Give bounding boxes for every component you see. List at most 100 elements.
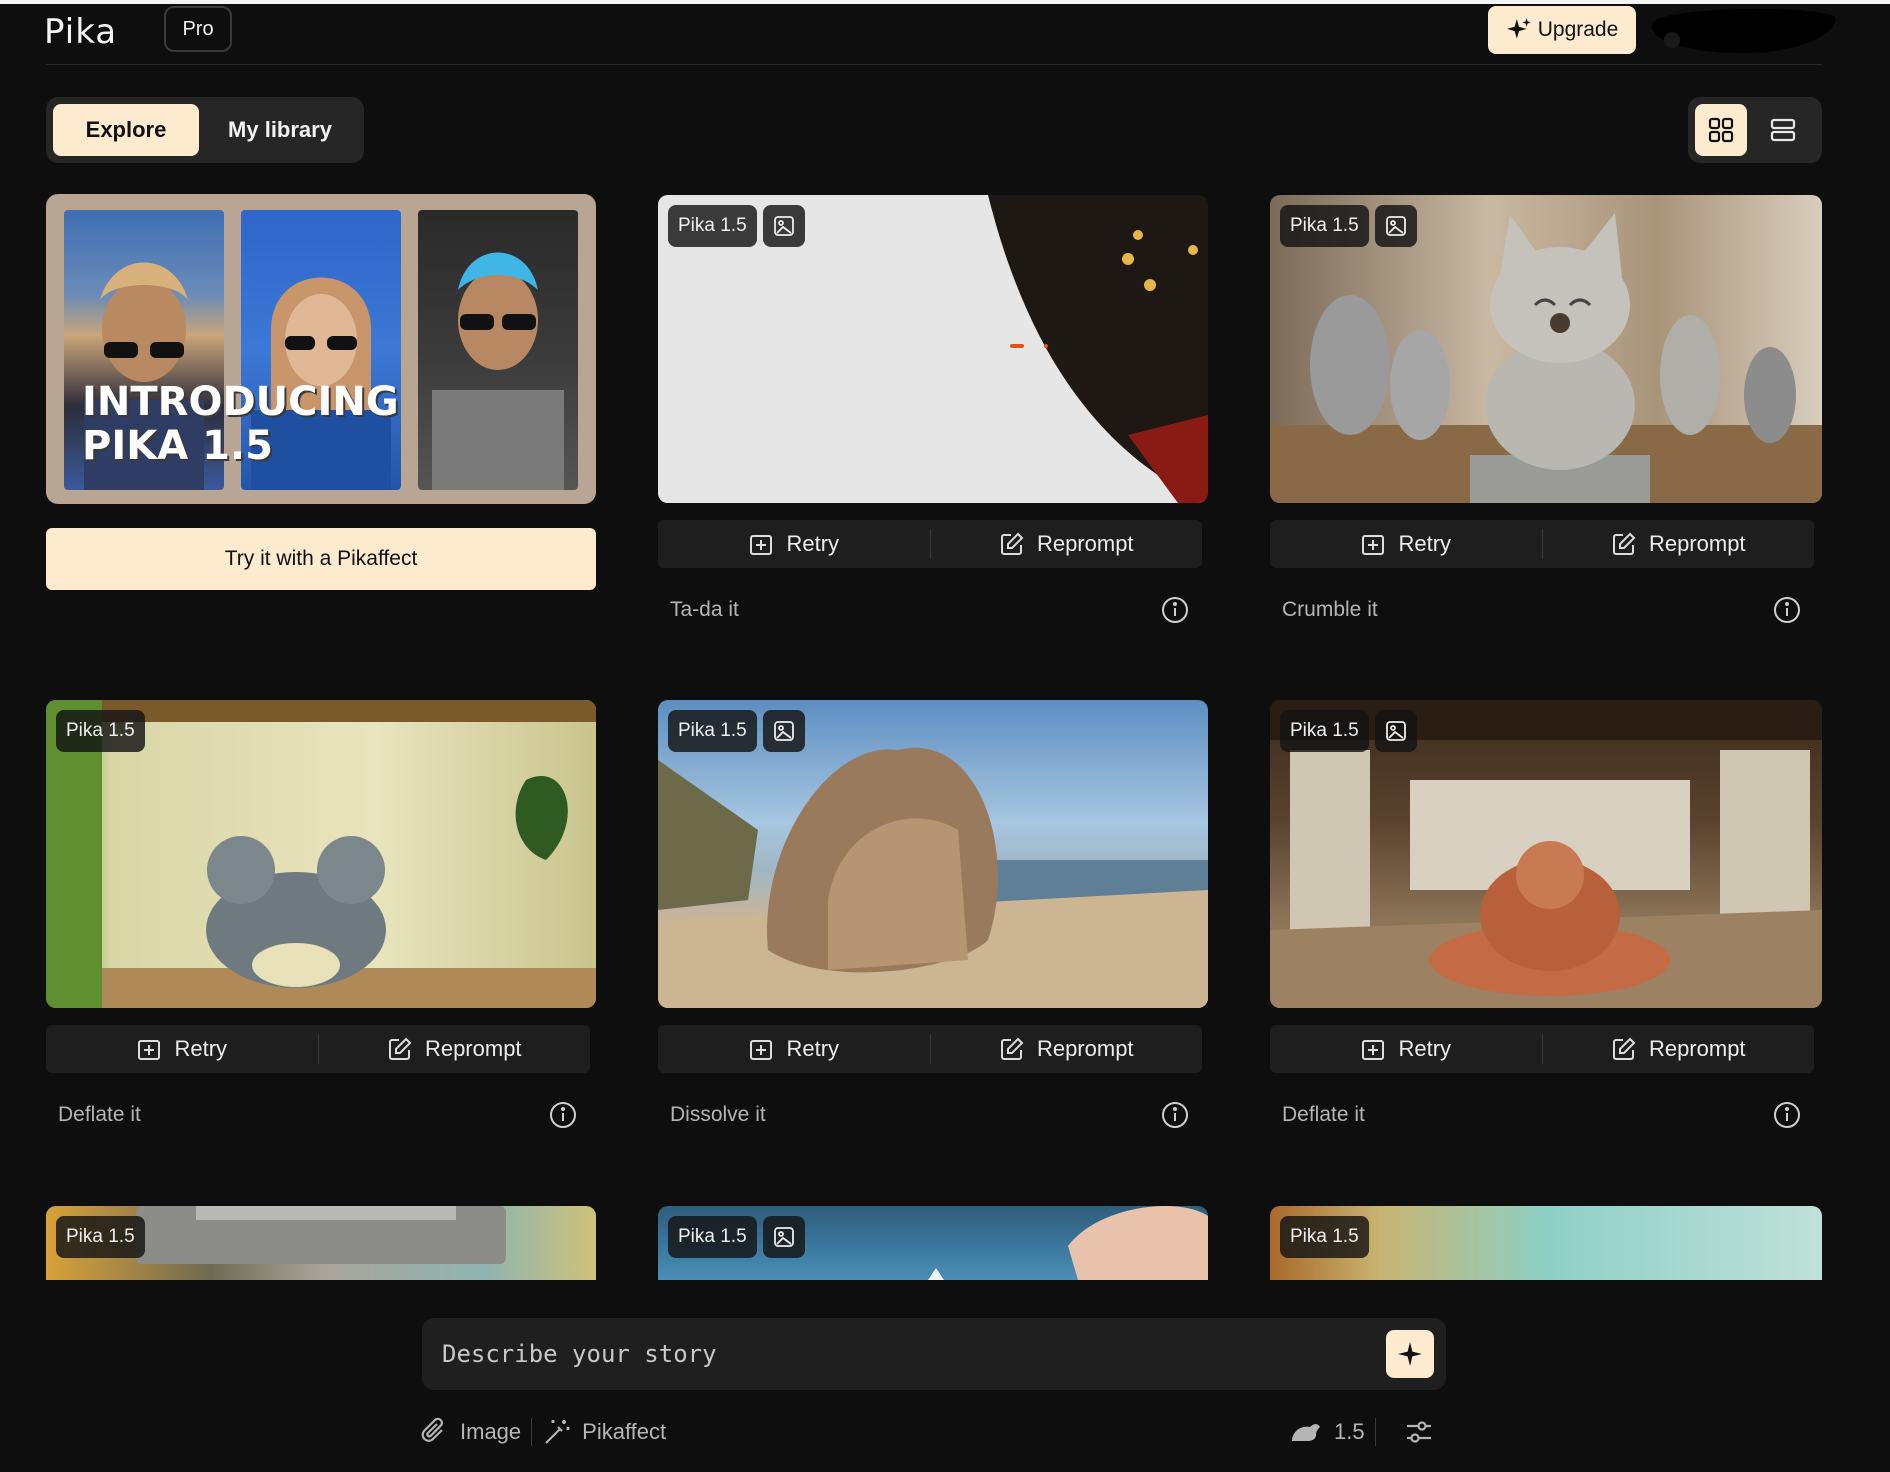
retry-button[interactable]: Retry bbox=[46, 1025, 318, 1073]
model-version-label: 1.5 bbox=[1334, 1419, 1365, 1444]
model-badge: Pika 1.5 bbox=[1280, 710, 1369, 752]
card-badges: Pika 1.5 bbox=[668, 205, 805, 247]
card-badges: Pika 1.5 bbox=[668, 1216, 805, 1258]
video-card-thumbnail[interactable]: Pika 1.5 bbox=[658, 700, 1208, 1008]
image-input-icon bbox=[762, 1216, 805, 1258]
card-badges: Pika 1.5 bbox=[56, 1216, 145, 1258]
reprompt-button[interactable]: Reprompt bbox=[931, 520, 1203, 568]
retry-icon bbox=[1362, 535, 1385, 555]
retry-label: Retry bbox=[1398, 1036, 1452, 1061]
pikaffect-button[interactable]: Pikaffect bbox=[542, 1417, 666, 1447]
model-badge: Pika 1.5 bbox=[668, 1216, 757, 1258]
image-input-icon bbox=[1374, 710, 1417, 752]
retry-label: Retry bbox=[1398, 531, 1452, 556]
attach-image-button[interactable]: Image bbox=[420, 1417, 521, 1447]
card-caption-row: Deflate it bbox=[1270, 1095, 1814, 1135]
card-caption-row: Dissolve it bbox=[658, 1095, 1202, 1135]
grid-view-icon bbox=[1708, 117, 1734, 143]
promo-photo-3 bbox=[418, 210, 578, 490]
retry-button[interactable]: Retry bbox=[1270, 520, 1542, 568]
video-card-thumbnail[interactable]: Pika 1.5 bbox=[1270, 195, 1822, 503]
retry-label: Retry bbox=[786, 531, 840, 556]
retry-icon bbox=[750, 1040, 773, 1060]
model-badge: Pika 1.5 bbox=[668, 710, 757, 752]
tab-explore[interactable]: Explore bbox=[53, 104, 199, 156]
reprompt-button[interactable]: Reprompt bbox=[1543, 520, 1815, 568]
card-actions: Retry Reprompt bbox=[658, 520, 1202, 568]
card-caption-row: Crumble it bbox=[1270, 590, 1814, 630]
grid-view-button[interactable] bbox=[1695, 104, 1747, 156]
card-badges: Pika 1.5 bbox=[1280, 710, 1417, 752]
story-prompt-input[interactable] bbox=[442, 1332, 1362, 1376]
list-view-icon bbox=[1770, 118, 1796, 142]
video-card-thumbnail[interactable]: Pika 1.5 bbox=[1270, 1206, 1822, 1280]
promo-banner[interactable]: INTRODUCING PIKA 1.5 bbox=[46, 194, 596, 504]
video-card-thumbnail[interactable]: Pika 1.5 bbox=[1270, 700, 1822, 1008]
card-actions: Retry Reprompt bbox=[1270, 1025, 1814, 1073]
info-icon[interactable] bbox=[1772, 595, 1802, 625]
retry-button[interactable]: Retry bbox=[658, 1025, 930, 1073]
sparkle-icon bbox=[1398, 1342, 1422, 1366]
view-mode-toggle bbox=[1688, 97, 1822, 163]
model-badge: Pika 1.5 bbox=[1280, 205, 1369, 247]
image-input-icon bbox=[1374, 205, 1417, 247]
info-icon[interactable] bbox=[1160, 595, 1190, 625]
card-actions: Retry Reprompt bbox=[658, 1025, 1202, 1073]
retry-label: Retry bbox=[786, 1036, 840, 1061]
reprompt-button[interactable]: Reprompt bbox=[931, 1025, 1203, 1073]
magic-wand-icon bbox=[545, 1420, 570, 1444]
promo-title-line-2: PIKA 1.5 bbox=[82, 423, 273, 469]
info-icon[interactable] bbox=[1160, 1100, 1190, 1130]
effect-caption: Crumble it bbox=[1282, 598, 1378, 621]
retry-button[interactable]: Retry bbox=[658, 520, 930, 568]
plan-badge: Pro bbox=[164, 6, 232, 52]
reprompt-button[interactable]: Reprompt bbox=[1543, 1025, 1815, 1073]
retry-icon bbox=[138, 1040, 161, 1060]
image-label: Image bbox=[460, 1419, 522, 1444]
list-view-button[interactable] bbox=[1757, 104, 1809, 156]
retry-icon bbox=[750, 535, 773, 555]
paperclip-icon bbox=[421, 1417, 443, 1442]
tool-separator bbox=[1374, 1418, 1376, 1446]
upgrade-button[interactable]: Upgrade bbox=[1488, 6, 1636, 54]
effect-caption: Ta-da it bbox=[670, 598, 739, 621]
video-card-thumbnail[interactable]: Pika 1.5 bbox=[46, 700, 596, 1008]
card-badges: Pika 1.5 bbox=[1280, 205, 1417, 247]
reprompt-label: Reprompt bbox=[1648, 1036, 1746, 1061]
video-card-thumbnail[interactable]: Pika 1.5 bbox=[658, 1206, 1208, 1280]
generate-button[interactable] bbox=[1386, 1330, 1434, 1378]
sparkle-icon bbox=[1506, 18, 1531, 39]
tab-my-library[interactable]: My library bbox=[203, 104, 357, 156]
retry-button[interactable]: Retry bbox=[1270, 1025, 1542, 1073]
account-menu-redacted[interactable] bbox=[1648, 6, 1838, 54]
video-card-thumbnail[interactable]: Pika 1.5 bbox=[46, 1206, 596, 1280]
explore-library-tabs: Explore My library bbox=[46, 97, 364, 163]
try-pikaffect-button[interactable]: Try it with a Pikaffect bbox=[46, 528, 596, 590]
promo-title-line-1: INTRODUCING bbox=[82, 379, 399, 425]
reprompt-label: Reprompt bbox=[1036, 1036, 1134, 1061]
edit-icon bbox=[1000, 532, 1024, 555]
model-badge: Pika 1.5 bbox=[1280, 1216, 1369, 1258]
reprompt-label: Reprompt bbox=[1036, 531, 1134, 556]
edit-icon bbox=[388, 1037, 412, 1060]
info-icon[interactable] bbox=[548, 1100, 578, 1130]
edit-icon bbox=[1000, 1037, 1024, 1060]
header-divider bbox=[46, 64, 1822, 65]
video-card-thumbnail[interactable]: Pika 1.5 bbox=[658, 195, 1208, 503]
model-badge: Pika 1.5 bbox=[56, 1216, 145, 1258]
model-version-selector[interactable]: 1.5 bbox=[1288, 1419, 1365, 1445]
settings-sliders-icon[interactable] bbox=[1404, 1417, 1434, 1447]
reprompt-button[interactable]: Reprompt bbox=[319, 1025, 591, 1073]
upgrade-label: Upgrade bbox=[1537, 18, 1619, 41]
prompt-composer bbox=[422, 1318, 1446, 1390]
info-icon[interactable] bbox=[1772, 1100, 1802, 1130]
composer-tools-left: Image Pikaffect bbox=[420, 1410, 666, 1454]
card-badges: Pika 1.5 bbox=[56, 710, 145, 752]
effect-caption: Dissolve it bbox=[670, 1103, 766, 1126]
reprompt-label: Reprompt bbox=[424, 1036, 522, 1061]
rabbit-icon bbox=[1292, 1424, 1320, 1441]
pika-logo[interactable]: Pika bbox=[44, 12, 117, 52]
card-actions: Retry Reprompt bbox=[1270, 520, 1814, 568]
card-badges: Pika 1.5 bbox=[668, 710, 805, 752]
edit-icon bbox=[1612, 532, 1636, 555]
